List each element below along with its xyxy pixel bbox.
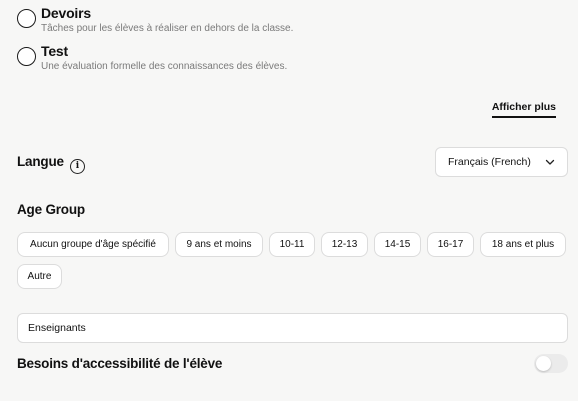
age-chip-other[interactable]: Autre [17, 264, 62, 289]
option-title: Devoirs [41, 5, 91, 21]
option-description: Une évaluation formelle des connaissance… [41, 61, 288, 72]
age-group-label: Age Group [17, 202, 85, 217]
audience-field[interactable]: Enseignants [17, 313, 568, 343]
language-label: Langue i [17, 154, 85, 174]
info-icon[interactable]: i [69, 158, 85, 174]
language-label-text: Langue [17, 154, 64, 169]
show-more-link[interactable]: Afficher plus [491, 101, 556, 118]
option-title: Test [41, 43, 68, 59]
age-chip-16-17[interactable]: 16-17 [427, 232, 474, 257]
age-chip-none[interactable]: Aucun groupe d'âge spécifié [17, 232, 169, 257]
age-chip-18-plus[interactable]: 18 ans et plus [480, 232, 566, 257]
accessibility-label: Besoins d'accessibilité de l'élève [17, 356, 223, 371]
audience-field-value: Enseignants [28, 322, 86, 334]
age-chip-12-13[interactable]: 12-13 [321, 232, 368, 257]
language-select[interactable]: Français (French) [435, 147, 568, 177]
accessibility-toggle[interactable] [534, 354, 568, 373]
option-description: Tâches pour les élèves à réaliser en deh… [41, 23, 294, 34]
radio-button[interactable] [17, 47, 36, 66]
language-select-value: Français (French) [448, 156, 531, 168]
chevron-down-icon [545, 159, 555, 165]
radio-button[interactable] [17, 9, 36, 28]
option-test[interactable]: Test Une évaluation formelle des connais… [17, 43, 287, 73]
page: Devoirs Tâches pour les élèves à réalise… [0, 0, 578, 401]
toggle-knob [536, 356, 551, 371]
age-chip-14-15[interactable]: 14-15 [374, 232, 421, 257]
age-chip-9-under[interactable]: 9 ans et moins [175, 232, 263, 257]
option-devoirs[interactable]: Devoirs Tâches pour les élèves à réalise… [17, 5, 293, 35]
age-chip-10-11[interactable]: 10-11 [269, 232, 315, 257]
